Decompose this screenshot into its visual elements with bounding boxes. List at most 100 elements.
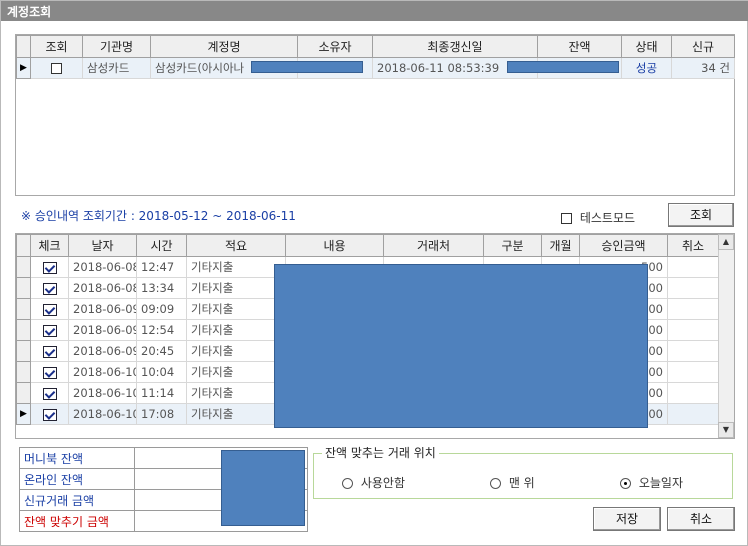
approval-vertical-scrollbar[interactable]: ▲ ▼ bbox=[718, 234, 734, 438]
redacted-balance-block bbox=[507, 61, 619, 73]
row-date: 2018-06-10 bbox=[68, 361, 137, 383]
col-header-date[interactable]: 날자 bbox=[68, 234, 137, 257]
col-header-institution[interactable]: 기관명 bbox=[82, 35, 151, 58]
col-header-status[interactable]: 상태 bbox=[621, 35, 672, 58]
row-check-cell[interactable] bbox=[30, 277, 69, 299]
row-memo: 기타지출 bbox=[186, 298, 286, 320]
checkbox-checked-icon[interactable] bbox=[42, 303, 57, 316]
row-time: 11:14 bbox=[136, 382, 187, 404]
row-check-cell[interactable] bbox=[30, 298, 69, 320]
redacted-summary-block bbox=[221, 450, 305, 526]
approval-grid: 체크 날자 시간 적요 내용 거래처 구분 개월 승인금액 취소 2018-06… bbox=[15, 233, 735, 439]
row-check-cell[interactable] bbox=[30, 256, 69, 278]
row-time: 09:09 bbox=[136, 298, 187, 320]
col-header-cancel[interactable]: 취소 bbox=[667, 234, 719, 257]
radio-today-icon[interactable] bbox=[620, 478, 631, 489]
cancel-button[interactable]: 취소 bbox=[667, 507, 735, 531]
row-cancel bbox=[667, 361, 719, 383]
col-header-amount[interactable]: 승인금액 bbox=[579, 234, 668, 257]
row-memo: 기타지출 bbox=[186, 403, 286, 425]
col-header-type[interactable]: 구분 bbox=[483, 234, 542, 257]
scroll-down-icon[interactable]: ▼ bbox=[718, 422, 734, 438]
checkbox-checked-icon[interactable] bbox=[42, 366, 57, 379]
checkbox-checked-icon[interactable] bbox=[42, 324, 57, 337]
radio-option-none[interactable]: 사용안함 bbox=[342, 474, 405, 491]
row-indicator-header bbox=[16, 234, 31, 257]
test-mode-checkbox[interactable] bbox=[561, 213, 572, 224]
redacted-owner-block bbox=[251, 61, 363, 73]
radio-option-today[interactable]: 오늘일자 bbox=[620, 474, 683, 491]
checkbox-checked-icon[interactable] bbox=[42, 282, 57, 295]
row-memo: 기타지출 bbox=[186, 277, 286, 299]
row-time: 10:04 bbox=[136, 361, 187, 383]
row-cancel bbox=[667, 256, 719, 278]
row-date: 2018-06-10 bbox=[68, 403, 137, 425]
row-indicator bbox=[16, 319, 31, 341]
row-pointer-icon: ▶ bbox=[16, 403, 31, 425]
col-header-owner[interactable]: 소유자 bbox=[297, 35, 373, 58]
radio-none-icon[interactable] bbox=[342, 478, 353, 489]
row-cancel bbox=[667, 298, 719, 320]
summary-label-moneybook: 머니북 잔액 bbox=[19, 447, 135, 469]
checkbox-checked-icon[interactable] bbox=[42, 408, 57, 421]
checkbox-checked-icon[interactable] bbox=[42, 261, 57, 274]
account-row[interactable]: ▶ 삼성카드 삼성카드(아시아나 2018-06-11 08:53:39 성공 … bbox=[16, 57, 735, 79]
row-check-cell[interactable] bbox=[30, 403, 69, 425]
account-new-count: 34 건 bbox=[671, 57, 735, 79]
row-cancel bbox=[667, 382, 719, 404]
row-date: 2018-06-08 bbox=[68, 256, 137, 278]
radio-option-top[interactable]: 맨 위 bbox=[490, 474, 535, 491]
accounts-header-row: 조회 기관명 계정명 소유자 최종갱신일 잔액 상태 신규 bbox=[16, 35, 735, 58]
row-memo: 기타지출 bbox=[186, 319, 286, 341]
radio-today-label: 오늘일자 bbox=[638, 476, 683, 490]
row-time: 12:47 bbox=[136, 256, 187, 278]
row-cancel bbox=[667, 319, 719, 341]
row-memo: 기타지출 bbox=[186, 361, 286, 383]
col-header-memo[interactable]: 적요 bbox=[186, 234, 286, 257]
row-time: 17:08 bbox=[136, 403, 187, 425]
query-checkbox-cell[interactable] bbox=[30, 57, 83, 79]
row-indicator bbox=[16, 256, 31, 278]
row-cancel bbox=[667, 403, 719, 425]
col-header-check[interactable]: 체크 bbox=[30, 234, 69, 257]
col-header-time[interactable]: 시간 bbox=[136, 234, 187, 257]
col-header-content[interactable]: 내용 bbox=[285, 234, 384, 257]
row-pointer-icon: ▶ bbox=[16, 57, 31, 79]
account-status: 성공 bbox=[621, 57, 672, 79]
row-memo: 기타지출 bbox=[186, 340, 286, 362]
checkbox-checked-icon[interactable] bbox=[42, 387, 57, 400]
adjust-position-title: 잔액 맞추는 거래 위치 bbox=[322, 444, 439, 461]
row-check-cell[interactable] bbox=[30, 382, 69, 404]
test-mode-toggle[interactable]: 테스트모드 bbox=[561, 209, 635, 226]
col-header-account-name[interactable]: 계정명 bbox=[150, 35, 298, 58]
col-header-last-updated[interactable]: 최종갱신일 bbox=[372, 35, 538, 58]
col-header-new[interactable]: 신규 bbox=[671, 35, 735, 58]
save-button[interactable]: 저장 bbox=[593, 507, 661, 531]
scroll-up-icon[interactable]: ▲ bbox=[718, 234, 734, 250]
col-header-query[interactable]: 조회 bbox=[30, 35, 83, 58]
checkbox-checked-icon[interactable] bbox=[42, 345, 57, 358]
row-date: 2018-06-09 bbox=[68, 319, 137, 341]
row-check-cell[interactable] bbox=[30, 361, 69, 383]
query-checkbox[interactable] bbox=[51, 63, 62, 74]
redacted-detail-block bbox=[274, 264, 648, 428]
row-indicator bbox=[16, 298, 31, 320]
account-query-window: 계정조회 조회 기관명 계정명 소유자 최종갱신일 잔액 상태 신규 ▶ 삼성카… bbox=[0, 0, 748, 546]
row-time: 20:45 bbox=[136, 340, 187, 362]
col-header-balance[interactable]: 잔액 bbox=[537, 35, 622, 58]
query-button[interactable]: 조회 bbox=[668, 203, 734, 227]
accounts-grid: 조회 기관명 계정명 소유자 최종갱신일 잔액 상태 신규 ▶ 삼성카드 삼성카… bbox=[15, 34, 735, 196]
approval-period-label: ※ 승인내역 조회기간 : 2018-05-12 ~ 2018-06-11 bbox=[21, 209, 296, 223]
row-check-cell[interactable] bbox=[30, 319, 69, 341]
row-check-cell[interactable] bbox=[30, 340, 69, 362]
col-header-vendor[interactable]: 거래처 bbox=[383, 234, 484, 257]
summary-label-new-trade: 신규거래 금액 bbox=[19, 489, 135, 511]
row-indicator bbox=[16, 361, 31, 383]
row-indicator bbox=[16, 340, 31, 362]
summary-panel: 머니북 잔액 온라인 잔액 신규거래 금액 잔액 맞추기 금액 bbox=[19, 447, 308, 532]
adjust-position-group: 잔액 맞추는 거래 위치 사용안함 맨 위 오늘일자 bbox=[313, 444, 733, 499]
radio-top-icon[interactable] bbox=[490, 478, 501, 489]
col-header-months[interactable]: 개월 bbox=[541, 234, 580, 257]
row-date: 2018-06-09 bbox=[68, 340, 137, 362]
row-memo: 기타지출 bbox=[186, 256, 286, 278]
